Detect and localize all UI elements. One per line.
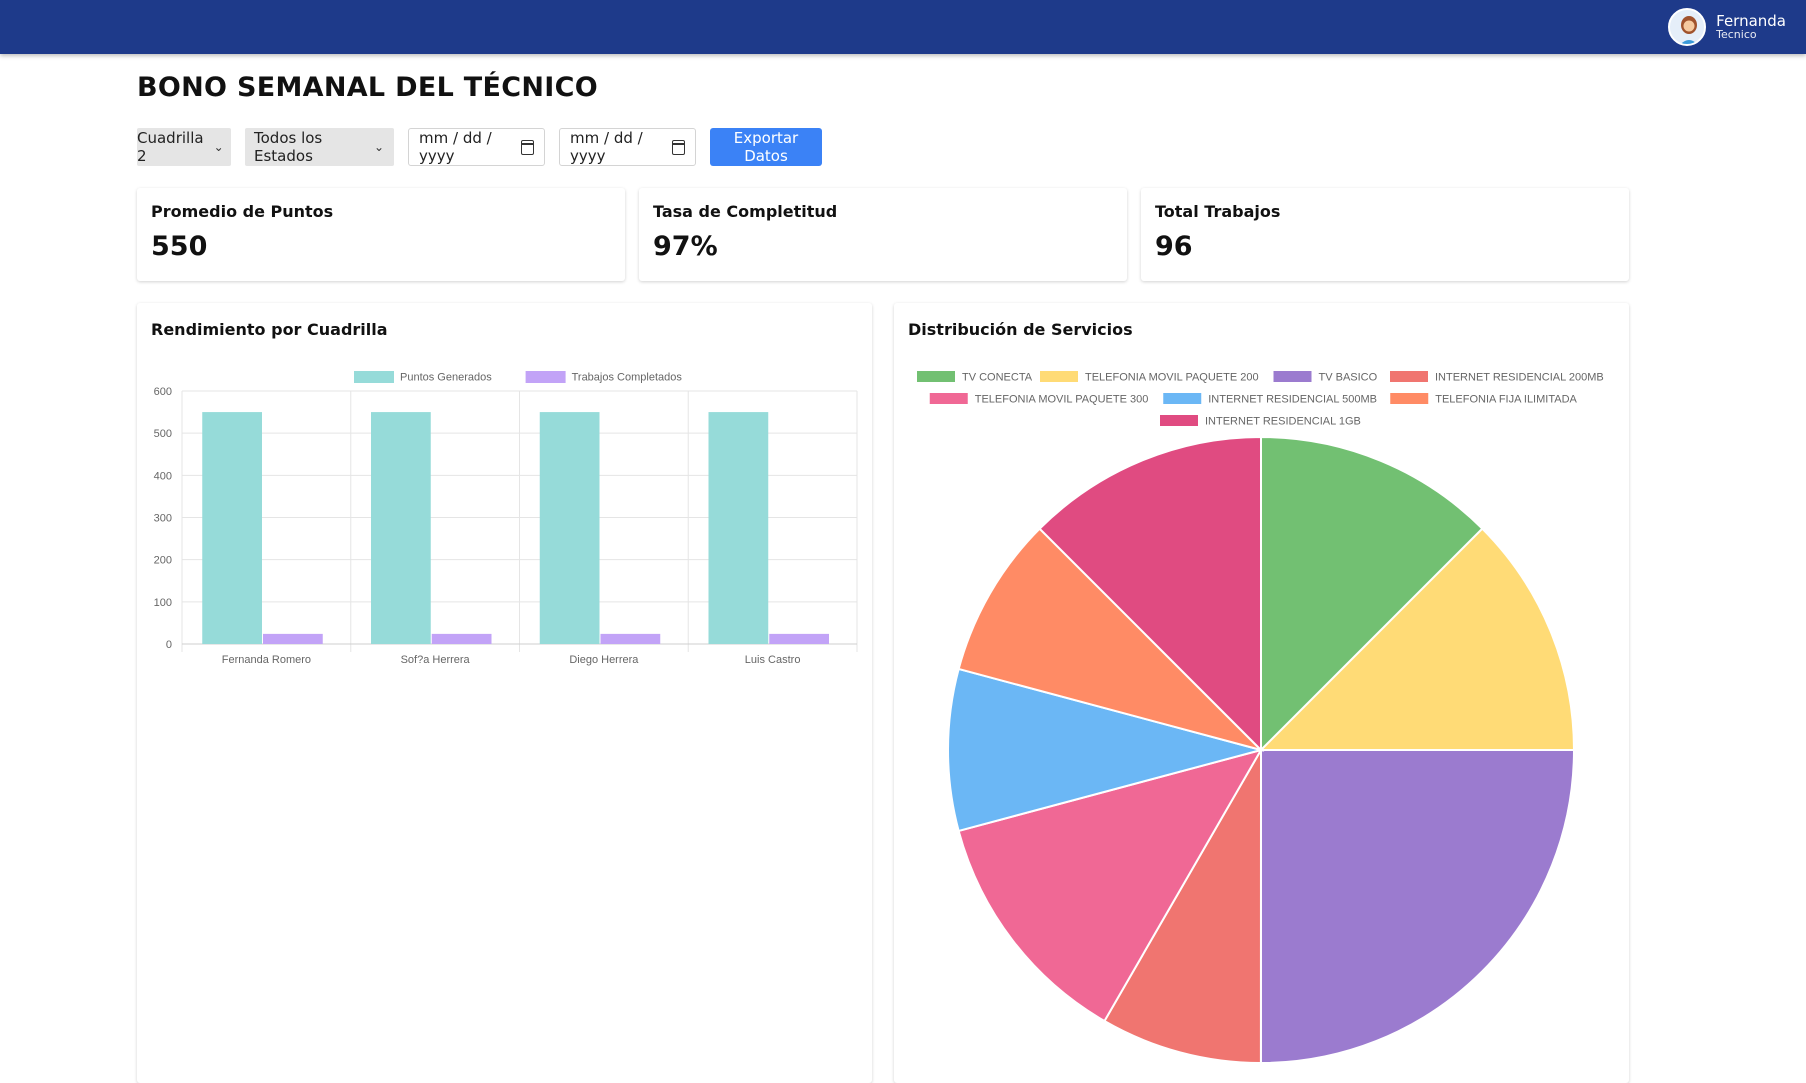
stat-card-average-points: Promedio de Puntos 550: [137, 188, 625, 281]
y-tick-label: 500: [154, 428, 172, 440]
x-tick-label: Luis Castro: [745, 654, 801, 666]
bar: [539, 412, 600, 644]
bar-chart: Puntos Generados Trabajos Completados 0 100…: [154, 371, 858, 666]
x-tick-label: Diego Herrera: [569, 654, 639, 666]
y-tick-label: 400: [154, 470, 172, 482]
y-tick-label: 200: [154, 555, 172, 567]
bar: [202, 412, 262, 644]
stat-label: Promedio de Puntos: [151, 202, 334, 221]
legend-swatch: [929, 393, 968, 404]
pie-slice: [1259, 748, 1576, 1065]
calendar-icon[interactable]: [521, 139, 534, 155]
legend-swatch: [1273, 371, 1312, 382]
stat-label: Tasa de Completitud: [653, 202, 838, 221]
bar: [708, 412, 769, 644]
status-select[interactable]: Todos los Estados ⌄: [245, 128, 394, 166]
bar-chart-title: Rendimiento por Cuadrilla: [151, 320, 388, 339]
y-tick-label: 0: [166, 639, 172, 651]
user-menu[interactable]: Fernanda Tecnico: [1668, 6, 1786, 48]
filter-bar: Cuadrilla 2 ⌄ Todos los Estados ⌄ mm / d…: [137, 128, 822, 166]
legend-label: INTERNET RESIDENCIAL 1GB: [1205, 416, 1361, 428]
avatar[interactable]: [1668, 8, 1707, 46]
legend-swatch: [525, 371, 566, 383]
date-from-placeholder: mm / dd / yyyy: [419, 129, 492, 165]
stat-value: 97%: [653, 231, 718, 262]
calendar-icon[interactable]: [672, 139, 685, 155]
user-role: Tecnico: [1716, 28, 1757, 42]
bar: [431, 633, 492, 644]
pie-chart-title: Distribución de Servicios: [908, 320, 1133, 339]
export-button[interactable]: Exportar Datos: [710, 128, 822, 166]
legend-label: TELEFONIA FIJA ILIMITADA: [1435, 394, 1577, 406]
bar: [371, 412, 431, 644]
legend-swatch: [917, 371, 955, 382]
pie-chart: TV CONECTA TELEFONIA MOVIL PAQUETE 200 TV …: [917, 371, 1604, 1065]
page-title: BONO SEMANAL DEL TÉCNICO: [137, 72, 598, 103]
pie-chart-card: Distribución de Servicios TV CONECTA TELE…: [894, 303, 1629, 1083]
legend-label: TELEFONIA MOVIL PAQUETE 300: [975, 394, 1149, 406]
legend-label: INTERNET RESIDENCIAL 200MB: [1435, 372, 1604, 384]
y-tick-label: 100: [154, 597, 172, 609]
legend-swatch: [1390, 393, 1429, 404]
stat-value: 550: [151, 231, 208, 262]
status-select-value: Todos los Estados: [254, 129, 323, 165]
y-tick-label: 300: [154, 513, 172, 525]
bar: [600, 633, 661, 644]
legend-label: Puntos Generados: [400, 372, 492, 384]
legend-swatch: [1160, 415, 1198, 426]
squad-select[interactable]: Cuadrilla 2 ⌄: [137, 128, 231, 166]
chevron-down-icon: ⌄: [213, 140, 224, 154]
legend-swatch: [354, 371, 394, 383]
stat-card-total-jobs: Total Trabajos 96: [1141, 188, 1629, 281]
date-from-input[interactable]: mm / dd / yyyy: [408, 128, 545, 166]
bar: [769, 633, 829, 644]
date-to-input[interactable]: mm / dd / yyyy: [559, 128, 696, 166]
chevron-down-icon: ⌄: [373, 140, 384, 154]
legend-label: INTERNET RESIDENCIAL 500MB: [1208, 394, 1377, 406]
legend-label: TV BASICO: [1319, 372, 1378, 384]
y-tick-label: 600: [154, 386, 172, 398]
x-tick-label: Sof?a Herrera: [401, 654, 471, 666]
legend-label: TV CONECTA: [962, 372, 1033, 384]
squad-select-value: Cuadrilla 2: [137, 129, 204, 165]
legend-label: TELEFONIA MOVIL PAQUETE 200: [1085, 372, 1259, 384]
bar-chart-card: Rendimiento por Cuadrilla Puntos Generad…: [137, 303, 872, 1083]
x-tick-label: Fernanda Romero: [222, 654, 311, 666]
stat-card-completion-rate: Tasa de Completitud 97%: [639, 188, 1127, 281]
legend-swatch: [1390, 371, 1428, 382]
stat-label: Total Trabajos: [1155, 202, 1281, 221]
top-navbar: Fernanda Tecnico: [0, 0, 1806, 54]
user-avatar-icon: [1670, 10, 1705, 44]
bar: [263, 633, 323, 644]
legend-label: Trabajos Completados: [572, 372, 683, 384]
user-name: Fernanda: [1716, 11, 1786, 30]
legend-swatch: [1040, 371, 1078, 382]
stat-value: 96: [1155, 231, 1193, 262]
date-to-placeholder: mm / dd / yyyy: [570, 129, 643, 165]
legend-swatch: [1163, 393, 1202, 404]
